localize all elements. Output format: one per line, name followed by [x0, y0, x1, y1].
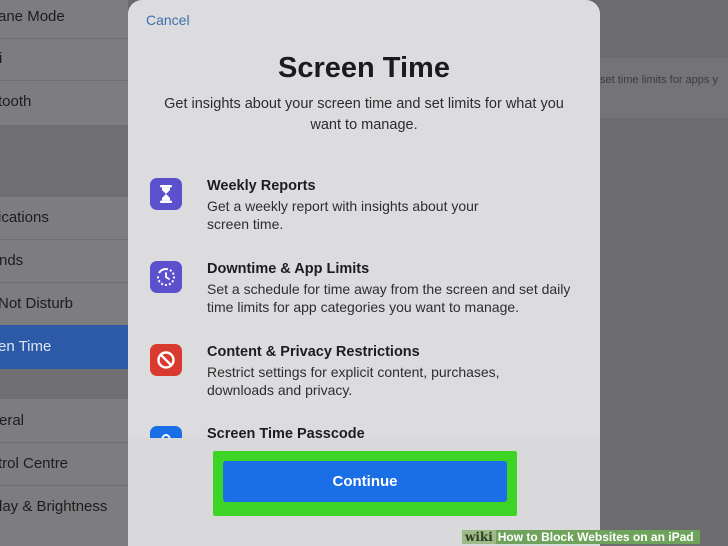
feature-title: Content & Privacy Restrictions	[207, 344, 420, 360]
wikihow-watermark: wiki How to Block Websites on an iPad	[462, 528, 700, 546]
sidebar-item-notifications: ications	[0, 197, 128, 239]
sidebar-item-label: i	[0, 50, 3, 67]
sidebar-item-do-not-disturb: Not Disturb	[0, 283, 128, 325]
sidebar-item-label: lay & Brightness	[0, 498, 108, 515]
hourglass-icon	[150, 178, 182, 210]
sidebar-item-label: ane Mode	[0, 8, 65, 25]
feature-description: Set a schedule for time away from the sc…	[207, 281, 571, 315]
section-gap	[0, 369, 128, 399]
sidebar-item-label: ications	[0, 209, 49, 226]
sidebar-item-screen-time: en Time	[0, 325, 128, 369]
detail-card	[600, 58, 728, 118]
settings-sidebar: ane Mode i tooth ications nds Not Distur…	[0, 0, 128, 546]
modal-title: Screen Time	[278, 52, 450, 84]
sidebar-item-sounds: nds	[0, 240, 128, 282]
sidebar-item-label: eral	[0, 412, 25, 429]
sidebar-item-label: tooth	[0, 93, 32, 110]
sidebar-item-label: Not Disturb	[0, 295, 74, 312]
sidebar-item-general: eral	[0, 400, 128, 442]
downtime-icon	[150, 261, 182, 293]
sidebar-item-label: trol Centre	[0, 455, 69, 472]
feature-description: Restrict settings for explicit content, …	[207, 364, 500, 398]
watermark-wiki: wiki	[462, 530, 496, 544]
cancel-button[interactable]: Cancel	[146, 12, 190, 28]
sidebar-item-label: nds	[0, 252, 24, 269]
detail-description: set time limits for apps y	[600, 74, 718, 86]
watermark-title: How to Block Websites on an iPad	[495, 530, 700, 544]
sidebar-item-label: en Time	[0, 338, 52, 355]
modal-subtitle: Get insights about your screen time and …	[164, 96, 564, 133]
section-gap	[0, 125, 128, 197]
feature-description: Get a weekly report with insights about …	[207, 198, 479, 232]
continue-button[interactable]: Continue	[223, 461, 507, 502]
sidebar-item-display-brightness: lay & Brightness	[0, 486, 128, 528]
sidebar-item-bluetooth: tooth	[0, 81, 128, 123]
sidebar-item-control-centre: trol Centre	[0, 443, 128, 485]
feature-title: Downtime & App Limits	[207, 261, 370, 277]
restriction-icon	[150, 344, 182, 376]
sidebar-item-airplane-mode: ane Mode	[0, 0, 128, 38]
screen-time-modal: Cancel Screen Time Get insights about yo…	[128, 0, 600, 546]
feature-title: Weekly Reports	[207, 178, 316, 194]
sidebar-item-wifi: i	[0, 38, 128, 80]
